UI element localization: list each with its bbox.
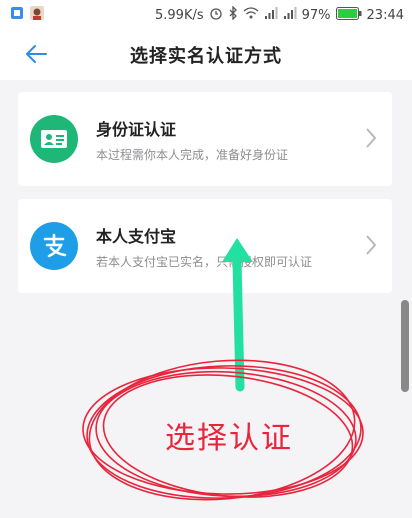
id-card-icon <box>30 115 78 163</box>
scrollbar-thumb[interactable] <box>401 300 409 392</box>
alarm-icon <box>209 6 223 24</box>
page-title: 选择实名认证方式 <box>130 46 282 67</box>
alipay-auth-option[interactable]: 本人支付宝 若本人支付宝已实名，只需授权即可认证 <box>18 199 392 293</box>
battery-percent: 97% <box>301 7 331 23</box>
signal-icon <box>264 6 278 24</box>
back-arrow-icon <box>24 44 48 68</box>
avatar-notification-icon <box>30 6 44 24</box>
app-notification-icon <box>10 6 24 24</box>
back-button[interactable] <box>22 42 50 70</box>
annotation-text: 选择认证 <box>165 421 293 456</box>
status-left <box>10 6 44 24</box>
battery-icon <box>335 6 362 24</box>
status-bar: 5.99K/s 97% 23:44 <box>0 0 412 30</box>
alipay-icon <box>30 222 78 270</box>
option-title: 本人支付宝 <box>96 227 177 246</box>
chevron-right-icon <box>364 233 378 257</box>
network-speed: 5.99K/s <box>155 7 204 23</box>
nav-bar: 选择实名认证方式 <box>0 30 412 80</box>
option-description: 若本人支付宝已实名，只需授权即可认证 <box>96 255 313 269</box>
chevron-right-icon <box>364 126 378 150</box>
clock: 23:44 <box>366 7 404 23</box>
bluetooth-icon <box>228 5 238 24</box>
id-card-auth-option[interactable]: 身份证认证 本过程需你本人完成，准备好身份证 <box>18 92 392 186</box>
option-description: 本过程需你本人完成，准备好身份证 <box>96 148 289 162</box>
wifi-icon <box>243 6 259 24</box>
status-right: 5.99K/s 97% 23:44 <box>155 5 404 24</box>
option-title: 身份证认证 <box>96 120 177 139</box>
signal-icon <box>283 6 297 24</box>
